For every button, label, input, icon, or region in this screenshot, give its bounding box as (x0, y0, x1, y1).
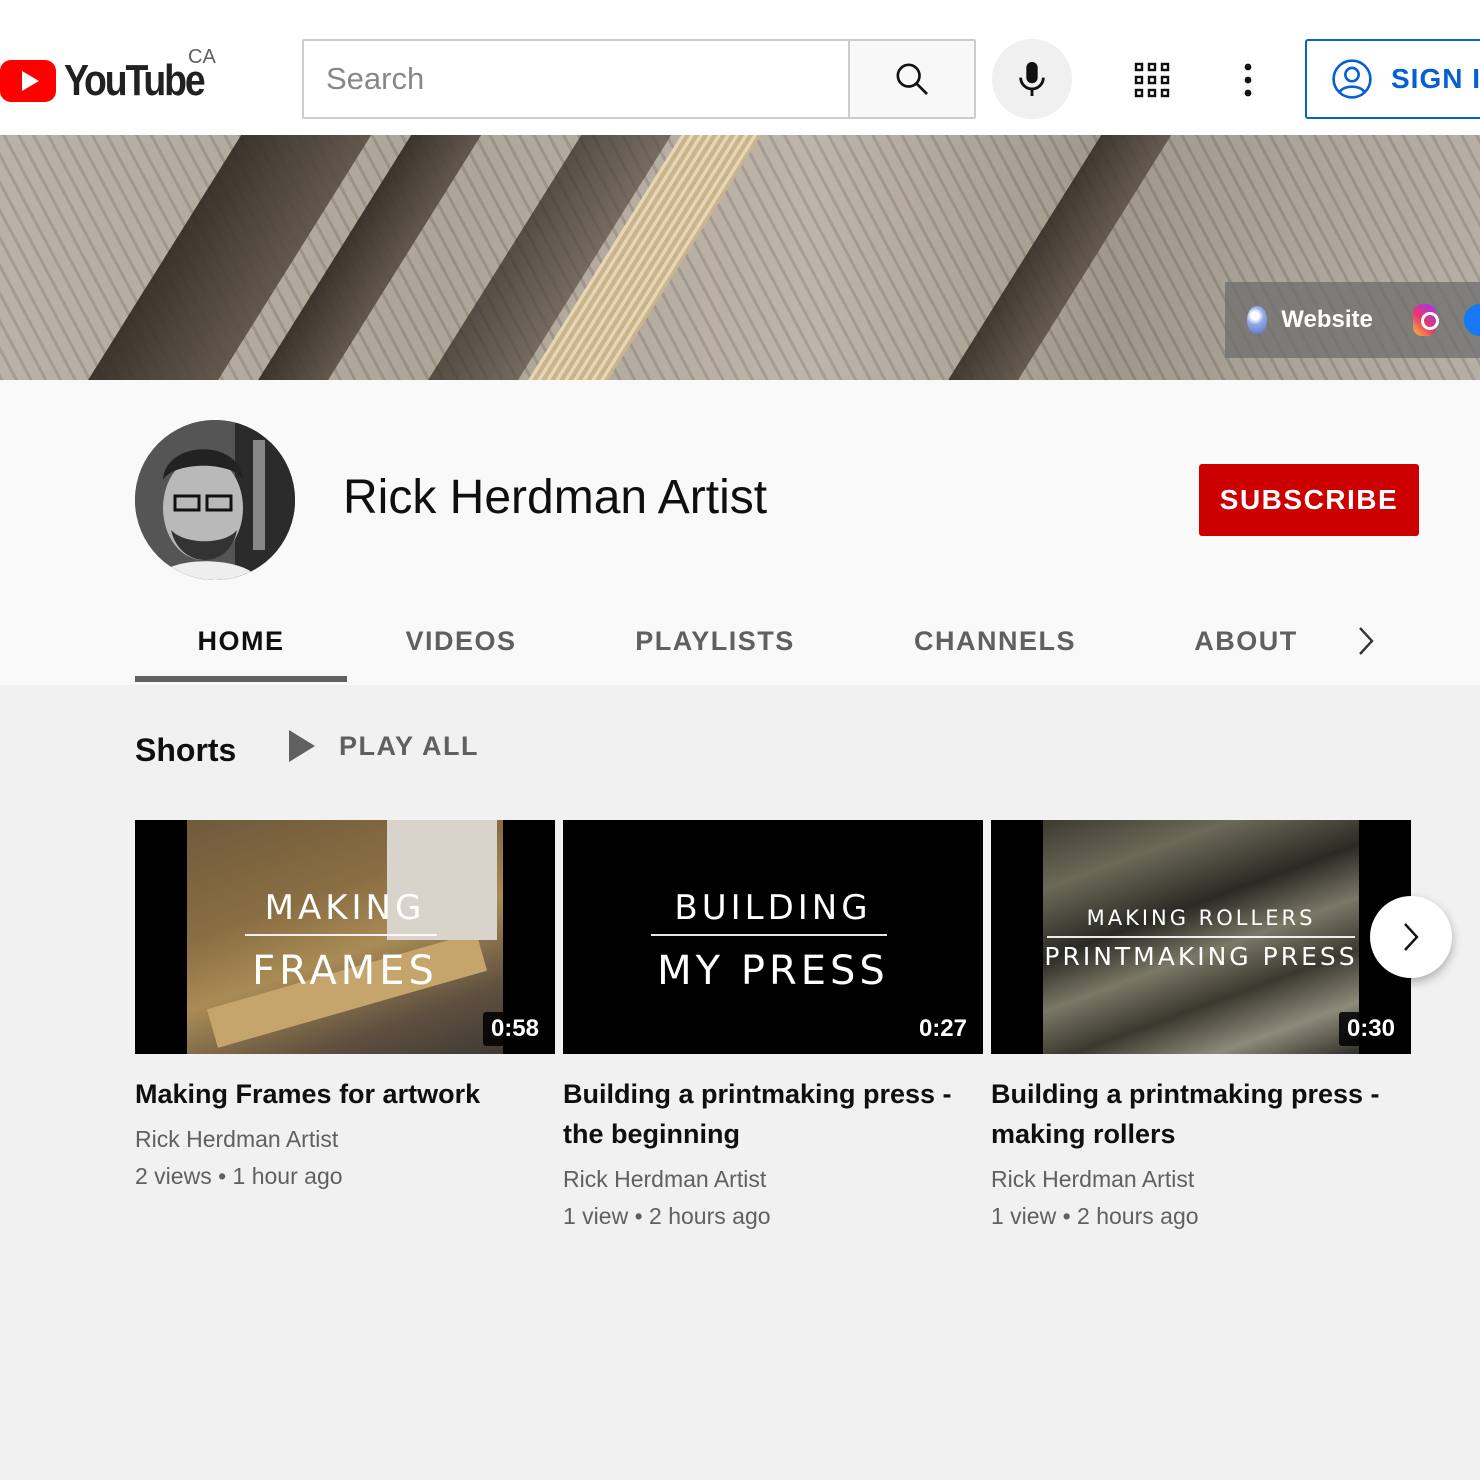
microphone-icon (1019, 62, 1045, 96)
account-icon (1332, 59, 1372, 99)
banner-links: Website (1225, 282, 1480, 358)
view-count: 1 view (563, 1203, 629, 1229)
globe-icon (1247, 306, 1268, 334)
tabs-scroll-right-button[interactable] (1345, 618, 1387, 664)
upload-age: 2 hours ago (649, 1203, 771, 1229)
tab-channels[interactable]: CHANNELS (905, 600, 1085, 683)
play-icon (289, 730, 315, 762)
duration-badge: 0:27 (910, 1012, 975, 1046)
tab-home[interactable]: HOME (135, 600, 347, 683)
video-card[interactable]: BUILDING MY PRESS 0:27 Building a printm… (563, 820, 983, 1230)
search-box (302, 39, 976, 119)
instagram-icon[interactable] (1412, 304, 1440, 336)
video-card[interactable]: MAKING ROLLERS PRINTMAKING PRESS 0:30 Bu… (991, 820, 1411, 1230)
video-meta: 1 view • 2 hours ago (563, 1203, 771, 1229)
thumbnail-caption-line1: BUILDING (674, 888, 872, 928)
sign-in-button[interactable]: SIGN IN (1305, 39, 1480, 119)
video-thumbnail[interactable]: MAKING ROLLERS PRINTMAKING PRESS 0:30 (991, 820, 1411, 1054)
video-title[interactable]: Making Frames for artwork (135, 1074, 555, 1114)
tab-videos[interactable]: VIDEOS (385, 600, 537, 683)
top-bar: YouTube CA Search SIGN (0, 0, 1480, 135)
chevron-right-icon (1359, 627, 1374, 655)
video-channel[interactable]: Rick Herdman Artist (991, 1166, 1411, 1193)
more-vertical-icon (1244, 63, 1252, 97)
video-channel[interactable]: Rick Herdman Artist (135, 1126, 555, 1153)
video-channel[interactable]: Rick Herdman Artist (563, 1166, 983, 1193)
thumbnail-image (187, 820, 503, 1054)
thumbnail-rule (245, 934, 437, 936)
thumbnail-rule (651, 934, 887, 936)
view-count: 1 view (991, 1203, 1057, 1229)
thumbnail-caption-line2: FRAMES (252, 948, 438, 994)
channel-tabs: HOME VIDEOS PLAYLISTS CHANNELS ABOUT (135, 600, 1395, 685)
search-input[interactable] (304, 41, 848, 117)
channel-banner: Website (0, 135, 1480, 380)
banner-shadow-stripe (913, 135, 1197, 380)
channel-header: Rick Herdman Artist SUBSCRIBE HOME VIDEO… (0, 380, 1480, 685)
thumbnail-caption-line2: PRINTMAKING PRESS (1044, 942, 1358, 971)
upload-age: 2 hours ago (1077, 1203, 1199, 1229)
thumbnail-caption-line1: MAKING ROLLERS (1086, 906, 1316, 930)
video-title[interactable]: Building a printmaking press - the begin… (563, 1074, 983, 1154)
play-all-label: PLAY ALL (339, 730, 480, 761)
apps-button[interactable] (1126, 54, 1178, 106)
video-meta: 2 views • 1 hour ago (135, 1163, 343, 1189)
active-tab-indicator (135, 676, 347, 682)
apps-grid-icon (1134, 62, 1170, 98)
search-button[interactable] (848, 41, 974, 117)
shelf-title: Shorts (135, 732, 237, 768)
video-thumbnail[interactable]: BUILDING MY PRESS 0:27 (563, 820, 983, 1054)
shelf-scroll-right-button[interactable] (1370, 896, 1452, 978)
chevron-right-icon (1404, 923, 1419, 951)
sign-in-label: SIGN IN (1391, 63, 1480, 94)
tab-playlists[interactable]: PLAYLISTS (625, 600, 805, 683)
thumbnail-caption-line1: MAKING (264, 888, 426, 928)
video-thumbnail[interactable]: MAKING FRAMES 0:58 (135, 820, 555, 1054)
play-all-button[interactable]: PLAY ALL (285, 730, 479, 762)
video-title[interactable]: Building a printmaking press - making ro… (991, 1074, 1411, 1154)
channel-name: Rick Herdman Artist (343, 471, 768, 524)
logo-text: YouTube (64, 56, 206, 105)
channel-avatar[interactable] (135, 420, 295, 580)
settings-menu-button[interactable] (1222, 54, 1274, 106)
duration-badge: 0:30 (1338, 1012, 1403, 1046)
duration-badge: 0:58 (482, 1012, 547, 1046)
voice-search-button[interactable] (992, 39, 1072, 119)
subscribe-button[interactable]: SUBSCRIBE (1199, 464, 1419, 536)
website-link[interactable]: Website (1281, 306, 1373, 334)
upload-age: 1 hour ago (232, 1163, 343, 1189)
video-meta: 1 view • 2 hours ago (991, 1203, 1199, 1229)
tab-about[interactable]: ABOUT (1185, 600, 1307, 683)
facebook-icon[interactable] (1464, 304, 1480, 336)
view-count: 2 views (135, 1163, 212, 1189)
avatar-photo (135, 420, 295, 580)
thumbnail-rule (1047, 936, 1355, 938)
search-icon (896, 63, 928, 95)
youtube-play-icon (0, 60, 56, 102)
video-card[interactable]: MAKING FRAMES 0:58 Making Frames for art… (135, 820, 555, 1190)
thumbnail-caption-line2: MY PRESS (657, 948, 889, 994)
region-code: CA (188, 46, 216, 68)
